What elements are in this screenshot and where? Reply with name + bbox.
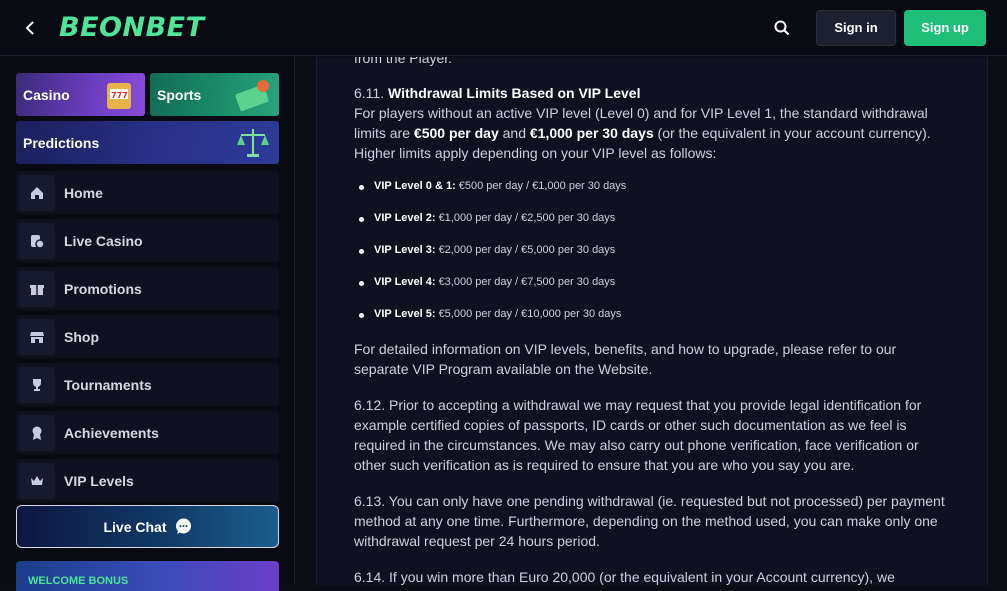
paragraph-text: and <box>498 125 530 141</box>
page-scrollbar[interactable] <box>990 57 1007 585</box>
bullet <box>359 249 364 254</box>
welcome-bonus-label: WELCOME BONUS <box>28 575 129 587</box>
section-6-13-paragraph: 6.13. You can only have one pending with… <box>354 493 945 549</box>
vip-level-label: VIP Level 3: <box>374 244 436 256</box>
bullet <box>359 217 364 222</box>
predictions-banner[interactable]: Predictions <box>16 121 279 164</box>
vip-level-limits: €500 per day / €1,000 per 30 days <box>458 180 627 192</box>
sidebar-item-achievements[interactable]: Achievements <box>16 411 279 454</box>
sidebar-item-label: Achievements <box>64 424 159 441</box>
sign-in-button[interactable]: Sign in <box>816 9 896 46</box>
welcome-bonus-banner[interactable]: WELCOME BONUS <box>16 561 279 591</box>
daily-limit: €500 per day <box>413 125 499 141</box>
vip-limits-list: VIP Level 0 & 1: €500 per day / €1,000 pe… <box>359 180 959 340</box>
sidebar-item-live-casino[interactable]: Live Casino <box>16 219 279 262</box>
sidebar: Casino 777 Sports Predictions Home Live … <box>0 57 295 591</box>
terms-panel: from the Player. 6.11. Withdrawal Limits… <box>316 57 988 585</box>
crown-icon <box>19 462 55 499</box>
medal-icon <box>19 414 55 451</box>
section-6-11-heading: 6.11. Withdrawal Limits Based on VIP Lev… <box>354 83 954 103</box>
section-6-12-paragraph: 6.12. Prior to accepting a withdrawal we… <box>354 397 922 473</box>
sports-banner-label: Sports <box>157 86 202 103</box>
list-item: VIP Level 4: €3,000 per day / €7,500 per … <box>359 276 959 308</box>
sidebar-item-tournaments[interactable]: Tournaments <box>16 363 279 406</box>
vip-level-label: VIP Level 2: <box>374 212 436 224</box>
section-title: Withdrawal Limits Based on VIP Level <box>388 85 641 101</box>
sidebar-item-label: VIP Levels <box>64 472 134 489</box>
section-number: 6.11. <box>354 85 385 101</box>
sidebar-item-shop[interactable]: Shop <box>16 315 279 358</box>
chat-bubble-icon <box>175 518 191 534</box>
bullet <box>359 281 364 286</box>
list-item: VIP Level 3: €2,000 per day / €5,000 per … <box>359 244 959 276</box>
sidebar-item-vip-levels[interactable]: VIP Levels <box>16 459 279 502</box>
vip-level-label: VIP Level 5: <box>374 308 436 320</box>
sports-banner[interactable]: Sports <box>150 73 279 116</box>
search-button[interactable] <box>762 8 802 48</box>
list-item: VIP Level 2: €1,000 per day / €2,500 per … <box>359 212 959 244</box>
sidebar-item-label: Tournaments <box>64 376 152 393</box>
brand-logo[interactable]: BEONBET <box>59 12 205 43</box>
vip-info-paragraph: For detailed information on VIP levels, … <box>354 341 897 377</box>
sidebar-item-label: Live Casino <box>64 232 143 249</box>
top-bar: BEONBET Sign in Sign up <box>0 0 1007 56</box>
monthly-limit: €1,000 per 30 days <box>529 125 654 141</box>
casino-banner-label: Casino <box>23 86 70 103</box>
back-button[interactable] <box>0 0 60 56</box>
casino-banner[interactable]: Casino 777 <box>16 73 145 116</box>
sports-field-icon <box>235 80 269 112</box>
section-6-11-paragraph: For players without an active VIP level … <box>354 103 954 163</box>
sidebar-item-label: Home <box>64 184 103 201</box>
list-item: VIP Level 0 & 1: €500 per day / €1,000 pe… <box>359 180 959 212</box>
sign-up-button[interactable]: Sign up <box>904 9 986 46</box>
sidebar-item-home[interactable]: Home <box>16 171 279 214</box>
live-casino-icon <box>19 222 55 259</box>
search-icon <box>774 20 790 35</box>
vip-level-label: VIP Level 4: <box>374 276 436 288</box>
sidebar-item-label: Shop <box>64 328 99 345</box>
predictions-banner-label: Predictions <box>23 134 100 151</box>
scales-icon <box>237 129 269 157</box>
trophy-icon <box>19 366 55 403</box>
previous-paragraph-fragment: from the Player. <box>354 57 453 66</box>
live-chat-button[interactable]: Live Chat <box>16 505 279 548</box>
chevron-left-icon <box>25 20 34 35</box>
sidebar-nav: Home Live Casino Promotions Shop Tournam… <box>16 171 279 507</box>
shop-icon <box>19 318 55 355</box>
section-6-14-paragraph: 6.14. If you win more than Euro 20,000 (… <box>354 569 895 585</box>
vip-level-limits: €2,000 per day / €5,000 per 30 days <box>438 244 616 256</box>
slot-machine-icon: 777 <box>107 83 131 109</box>
svg-text:777: 777 <box>111 91 128 100</box>
bullet <box>359 313 364 318</box>
bullet <box>359 185 364 190</box>
live-chat-label: Live Chat <box>103 518 167 535</box>
home-icon <box>19 174 55 211</box>
sidebar-item-promotions[interactable]: Promotions <box>16 267 279 310</box>
header-actions: Sign in Sign up <box>762 8 1007 48</box>
vip-level-limits: €5,000 per day / €10,000 per 30 days <box>438 308 622 320</box>
list-item: VIP Level 5: €5,000 per day / €10,000 per… <box>359 308 959 340</box>
vip-level-limits: €3,000 per day / €7,500 per 30 days <box>438 276 616 288</box>
gift-icon <box>19 270 55 307</box>
vip-level-limits: €1,000 per day / €2,500 per 30 days <box>438 212 616 224</box>
sidebar-item-label: Promotions <box>64 280 142 297</box>
vip-level-label: VIP Level 0 & 1: <box>374 180 456 192</box>
